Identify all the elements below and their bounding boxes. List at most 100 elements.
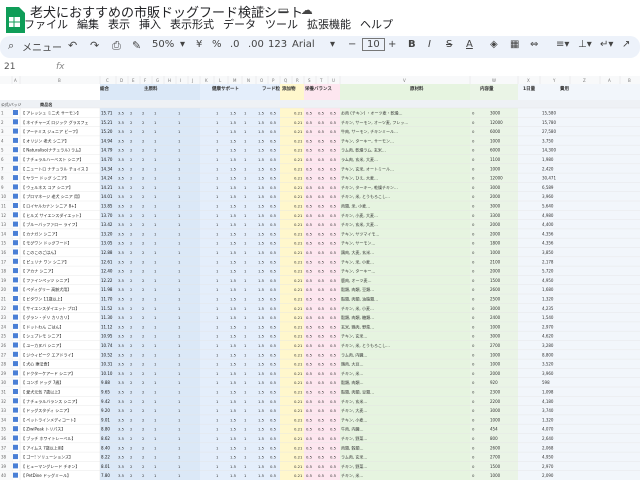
search-menu-icon[interactable]: ⌕ — [8, 39, 14, 53]
official-badge-icon[interactable] — [13, 426, 18, 432]
score-cell: 0.5 — [330, 380, 337, 385]
price-cell: 2,178 — [542, 259, 554, 264]
group-header: 1日量 — [523, 85, 536, 92]
score-cell: 1.5 — [258, 352, 265, 357]
official-badge-icon[interactable] — [13, 472, 18, 478]
official-badge-icon[interactable] — [13, 240, 18, 246]
rotate-icon[interactable]: ↗ — [622, 39, 630, 50]
menu-item-2[interactable]: 表示 — [108, 18, 130, 31]
official-badge-icon[interactable] — [13, 407, 18, 413]
official-badge-icon[interactable] — [13, 175, 18, 181]
menu-item-0[interactable]: ファイル — [24, 18, 68, 31]
official-badge-icon[interactable] — [13, 351, 18, 357]
product-name-cell: 【 犬心 療法食】 — [21, 361, 52, 367]
spreadsheet-grid[interactable]: A B C D E F G H I J K L M N O P Q R S T U V W X Y Z A B 総合 主原料 健康サポートフ… — [0, 76, 640, 480]
paint-format-icon[interactable]: ✎ — [132, 39, 141, 52]
official-badge-icon[interactable] — [13, 165, 18, 171]
official-badge-icon[interactable] — [13, 221, 18, 227]
star-icon[interactable]: ☆ — [255, 3, 266, 17]
official-badge-icon[interactable] — [13, 435, 18, 441]
menu-item-1[interactable]: 編集 — [77, 18, 99, 31]
official-badge-icon[interactable] — [13, 137, 18, 143]
score-cell: 0.5 — [330, 473, 337, 478]
valign-icon[interactable]: ⊥▾ — [578, 39, 592, 50]
official-badge-icon[interactable] — [13, 230, 18, 236]
official-badge-icon[interactable] — [13, 454, 18, 460]
official-badge-icon[interactable] — [13, 333, 18, 339]
percent-format-button[interactable]: % — [212, 39, 222, 50]
official-badge-icon[interactable] — [13, 203, 18, 208]
font-size-decrease-button[interactable]: − — [348, 39, 356, 50]
official-badge-icon[interactable] — [13, 323, 18, 329]
official-badge-icon[interactable] — [13, 305, 18, 311]
font-select[interactable]: Arial — [292, 39, 315, 50]
menu-item-4[interactable]: 表示形式 — [170, 18, 214, 31]
name-box[interactable]: 21 — [4, 62, 15, 72]
official-badge-icon[interactable] — [13, 156, 18, 162]
menu-item-3[interactable]: 挿入 — [139, 18, 161, 31]
ingredient-cell: 肉類, 米, 小麦… — [341, 203, 370, 209]
official-badge-icon[interactable] — [13, 444, 18, 450]
score-cell: 0.5 — [306, 324, 313, 329]
menu-item-6[interactable]: ツール — [265, 18, 298, 31]
official-badge-icon[interactable] — [13, 184, 18, 190]
official-badge-icon[interactable] — [13, 379, 18, 385]
currency-format-button[interactable]: ¥ — [196, 39, 202, 50]
menu-item-5[interactable]: データ — [223, 18, 256, 31]
total-score-cell: 9.42 — [101, 399, 110, 404]
official-badge-icon[interactable] — [13, 389, 18, 394]
merge-cells-icon[interactable]: ⇔ — [530, 39, 538, 50]
redo-icon[interactable]: ↷ — [90, 39, 99, 52]
fill-color-icon[interactable]: ◈ — [490, 39, 498, 50]
font-size-input[interactable]: 10 — [362, 38, 385, 51]
number-format-button[interactable]: 123 — [268, 39, 287, 50]
borders-icon[interactable]: ▦ — [510, 39, 519, 50]
menu-item-7[interactable]: 拡張機能 — [307, 18, 351, 31]
cell-grid-canvas[interactable]: A B C D E F G H I J K L M N O P Q R S T U V W X Y Z A B総合 主原料 健康サポートフ… — [0, 76, 640, 480]
align-icon[interactable]: ≡▾ — [556, 39, 569, 50]
move-folder-icon[interactable]: ▭ — [278, 3, 289, 17]
chevron-down-icon[interactable]: ▾ — [330, 39, 335, 50]
ingredient-cell: ラム肉, 乾燥ラム, 玄米… — [341, 147, 386, 153]
official-badge-icon[interactable] — [13, 286, 18, 292]
score-cell: 0.5 — [306, 417, 313, 422]
size-cell: 2600 — [490, 445, 501, 450]
chevron-down-icon[interactable]: ▾ — [180, 39, 185, 50]
score-cell: 0.5 — [318, 241, 325, 246]
official-badge-icon[interactable] — [13, 110, 18, 115]
decrease-decimal-button[interactable]: .0 — [230, 39, 240, 50]
official-badge-icon[interactable] — [13, 249, 18, 255]
sheets-logo-icon[interactable] — [4, 6, 26, 34]
undo-icon[interactable]: ↶ — [68, 39, 77, 52]
bold-icon[interactable]: B — [408, 39, 416, 50]
cloud-status-icon[interactable]: ☁ — [301, 3, 313, 17]
official-badge-icon[interactable] — [13, 416, 18, 422]
official-badge-icon[interactable] — [13, 212, 18, 218]
official-badge-icon[interactable] — [13, 342, 18, 348]
official-badge-icon[interactable] — [13, 398, 18, 404]
official-badge-icon[interactable] — [13, 147, 18, 153]
italic-icon[interactable]: I — [428, 39, 431, 50]
official-badge-icon[interactable] — [13, 193, 18, 199]
zoom-select[interactable]: 50% — [152, 39, 174, 50]
official-badge-icon[interactable] — [13, 277, 18, 283]
official-badge-icon[interactable] — [13, 258, 18, 264]
print-icon[interactable]: ⎙ — [112, 39, 121, 53]
official-badge-icon[interactable] — [13, 370, 18, 376]
official-badge-icon[interactable] — [13, 268, 18, 274]
search-menu-label[interactable]: メニュー — [22, 39, 62, 54]
official-badge-icon[interactable] — [13, 296, 18, 301]
menu-item-8[interactable]: ヘルプ — [360, 18, 393, 31]
size-cell: 2200 — [490, 399, 501, 404]
increase-decimal-button[interactable]: .00 — [248, 39, 264, 50]
wrap-icon[interactable]: ↵▾ — [600, 39, 613, 50]
official-badge-icon[interactable] — [13, 128, 18, 134]
official-badge-icon[interactable] — [13, 361, 18, 367]
font-size-increase-button[interactable]: + — [388, 39, 396, 50]
official-badge-icon[interactable] — [13, 119, 18, 125]
text-color-icon[interactable]: A — [466, 39, 473, 50]
product-name-cell: 【 ドットわん ごはん】 — [21, 323, 64, 329]
strikethrough-icon[interactable]: S — [446, 39, 452, 50]
official-badge-icon[interactable] — [13, 314, 18, 320]
official-badge-icon[interactable] — [13, 463, 18, 469]
